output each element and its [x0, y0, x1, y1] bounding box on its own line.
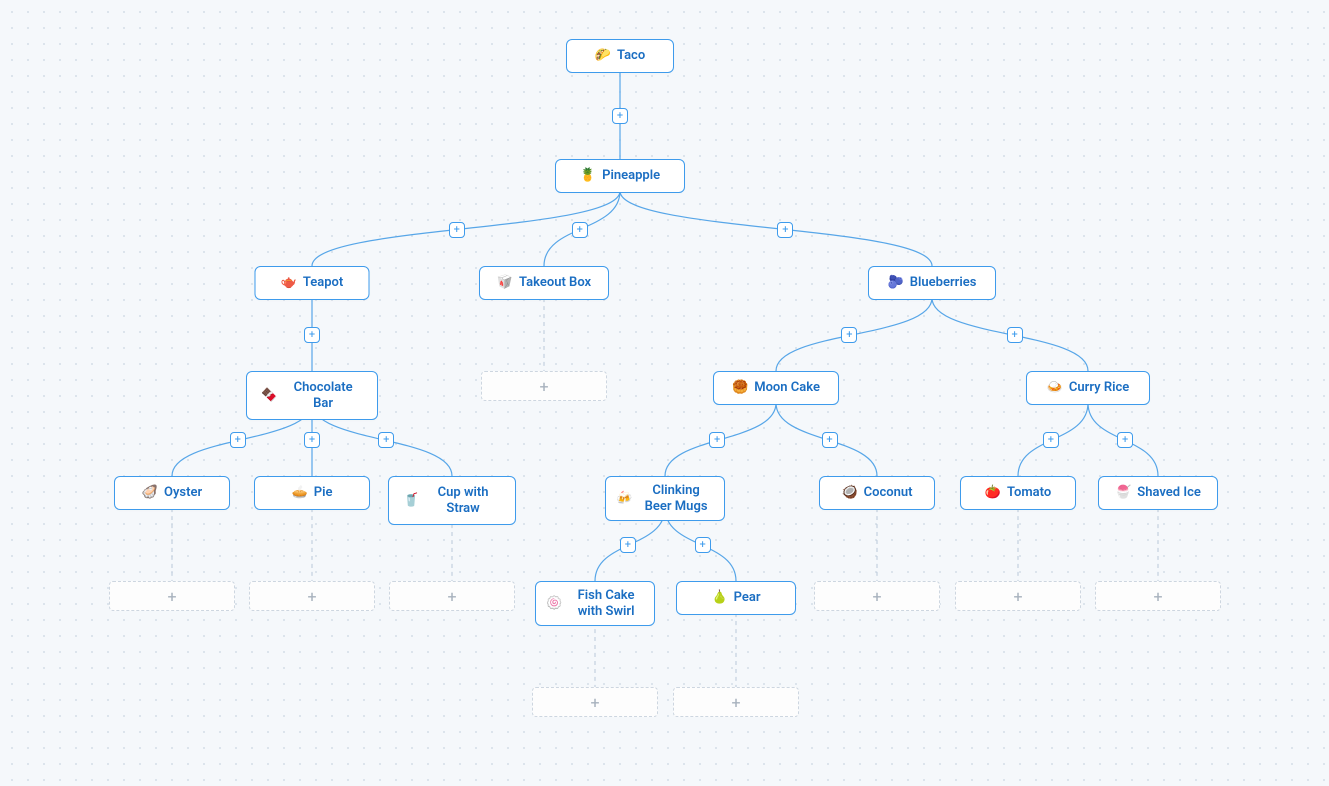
add-child-button[interactable]: +	[695, 537, 711, 553]
teapot-label: Teapot	[303, 275, 343, 291]
pear-label: Pear	[734, 590, 761, 606]
teapot-icon: 🫖	[281, 275, 297, 291]
placeholder-node[interactable]: +	[109, 581, 235, 611]
tomato-icon: 🍅	[985, 485, 1001, 501]
mooncake-label: Moon Cake	[754, 380, 820, 396]
node-fishcake[interactable]: 🍥 Fish Cake with Swirl	[535, 581, 655, 626]
takeout-icon: 🥡	[497, 275, 513, 291]
coconut-label: Coconut	[864, 485, 913, 501]
node-shavedice[interactable]: 🍧 Shaved Ice	[1098, 476, 1218, 510]
add-child-button[interactable]: +	[1043, 432, 1059, 448]
node-takeout[interactable]: 🥡 Takeout Box	[479, 266, 609, 300]
add-child-button[interactable]: +	[620, 537, 636, 553]
add-child-button[interactable]: +	[1117, 432, 1133, 448]
blueberries-icon: 🫐	[888, 275, 904, 291]
placeholder-node[interactable]: +	[481, 371, 607, 401]
placeholder-node[interactable]: +	[673, 687, 799, 717]
add-child-button[interactable]: +	[1007, 327, 1023, 343]
pineapple-icon: 🍍	[580, 168, 596, 184]
node-teapot[interactable]: 🫖 Teapot	[255, 266, 370, 300]
edge-pineapple-blueberries	[620, 191, 932, 266]
node-chocolate[interactable]: 🍫 Chocolate Bar	[246, 371, 378, 420]
pie-icon: 🥧	[292, 485, 308, 501]
add-child-button[interactable]: +	[777, 222, 793, 238]
node-coconut[interactable]: 🥥 Coconut	[819, 476, 935, 510]
placeholder-node[interactable]: +	[532, 687, 658, 717]
add-child-button[interactable]: +	[230, 432, 246, 448]
pie-label: Pie	[314, 485, 333, 501]
add-child-button[interactable]: +	[449, 222, 465, 238]
oyster-label: Oyster	[164, 485, 202, 501]
cupstraw-icon: 🥤	[403, 493, 419, 509]
tomato-label: Tomato	[1007, 485, 1051, 501]
node-beermugs[interactable]: 🍻 Clinking Beer Mugs	[605, 476, 725, 521]
pineapple-label: Pineapple	[602, 168, 660, 184]
add-child-button[interactable]: +	[841, 327, 857, 343]
taco-label: Taco	[617, 48, 645, 64]
placeholder-node[interactable]: +	[1095, 581, 1221, 611]
curry-icon: 🍛	[1047, 380, 1063, 396]
placeholder-node[interactable]: +	[389, 581, 515, 611]
coconut-icon: 🥥	[841, 485, 857, 501]
add-child-button[interactable]: +	[304, 327, 320, 343]
placeholder-node[interactable]: +	[814, 581, 940, 611]
chocolate-label: Chocolate Bar	[283, 380, 363, 411]
node-blueberries[interactable]: 🫐 Blueberries	[868, 266, 996, 300]
fishcake-icon: 🍥	[546, 596, 562, 612]
node-pear[interactable]: 🍐 Pear	[676, 581, 796, 615]
shavedice-label: Shaved Ice	[1137, 485, 1201, 501]
node-oyster[interactable]: 🦪 Oyster	[114, 476, 230, 510]
node-cupstraw[interactable]: 🥤 Cup with Straw	[388, 476, 516, 525]
add-child-button[interactable]: +	[612, 108, 628, 124]
node-tomato[interactable]: 🍅 Tomato	[960, 476, 1076, 510]
takeout-label: Takeout Box	[519, 275, 591, 291]
beermugs-label: Clinking Beer Mugs	[638, 483, 714, 514]
oyster-icon: 🦪	[142, 485, 158, 501]
beermugs-icon: 🍻	[616, 491, 632, 507]
diagram-canvas[interactable]: 🌮 Taco 🍍 Pineapple 🫖 Teapot 🥡 Takeout Box 🫐 Blueb…	[0, 0, 1329, 786]
placeholder-node[interactable]: +	[955, 581, 1081, 611]
add-child-button[interactable]: +	[572, 222, 588, 238]
add-child-button[interactable]: +	[378, 432, 394, 448]
node-mooncake[interactable]: 🥮 Moon Cake	[713, 371, 839, 405]
taco-icon: 🌮	[595, 48, 611, 64]
node-pie[interactable]: 🥧 Pie	[254, 476, 370, 510]
add-child-button[interactable]: +	[304, 432, 320, 448]
shavedice-icon: 🍧	[1115, 485, 1131, 501]
chocolate-icon: 🍫	[261, 388, 277, 404]
curry-label: Curry Rice	[1069, 380, 1129, 396]
pear-icon: 🍐	[711, 590, 727, 606]
node-curry[interactable]: 🍛 Curry Rice	[1026, 371, 1150, 405]
node-pineapple[interactable]: 🍍 Pineapple	[555, 159, 685, 193]
mooncake-icon: 🥮	[732, 380, 748, 396]
cupstraw-label: Cup with Straw	[425, 485, 501, 516]
node-taco[interactable]: 🌮 Taco	[566, 39, 674, 73]
placeholder-node[interactable]: +	[249, 581, 375, 611]
blueberries-label: Blueberries	[910, 275, 977, 291]
add-child-button[interactable]: +	[709, 432, 725, 448]
add-child-button[interactable]: +	[822, 432, 838, 448]
fishcake-label: Fish Cake with Swirl	[568, 588, 644, 619]
